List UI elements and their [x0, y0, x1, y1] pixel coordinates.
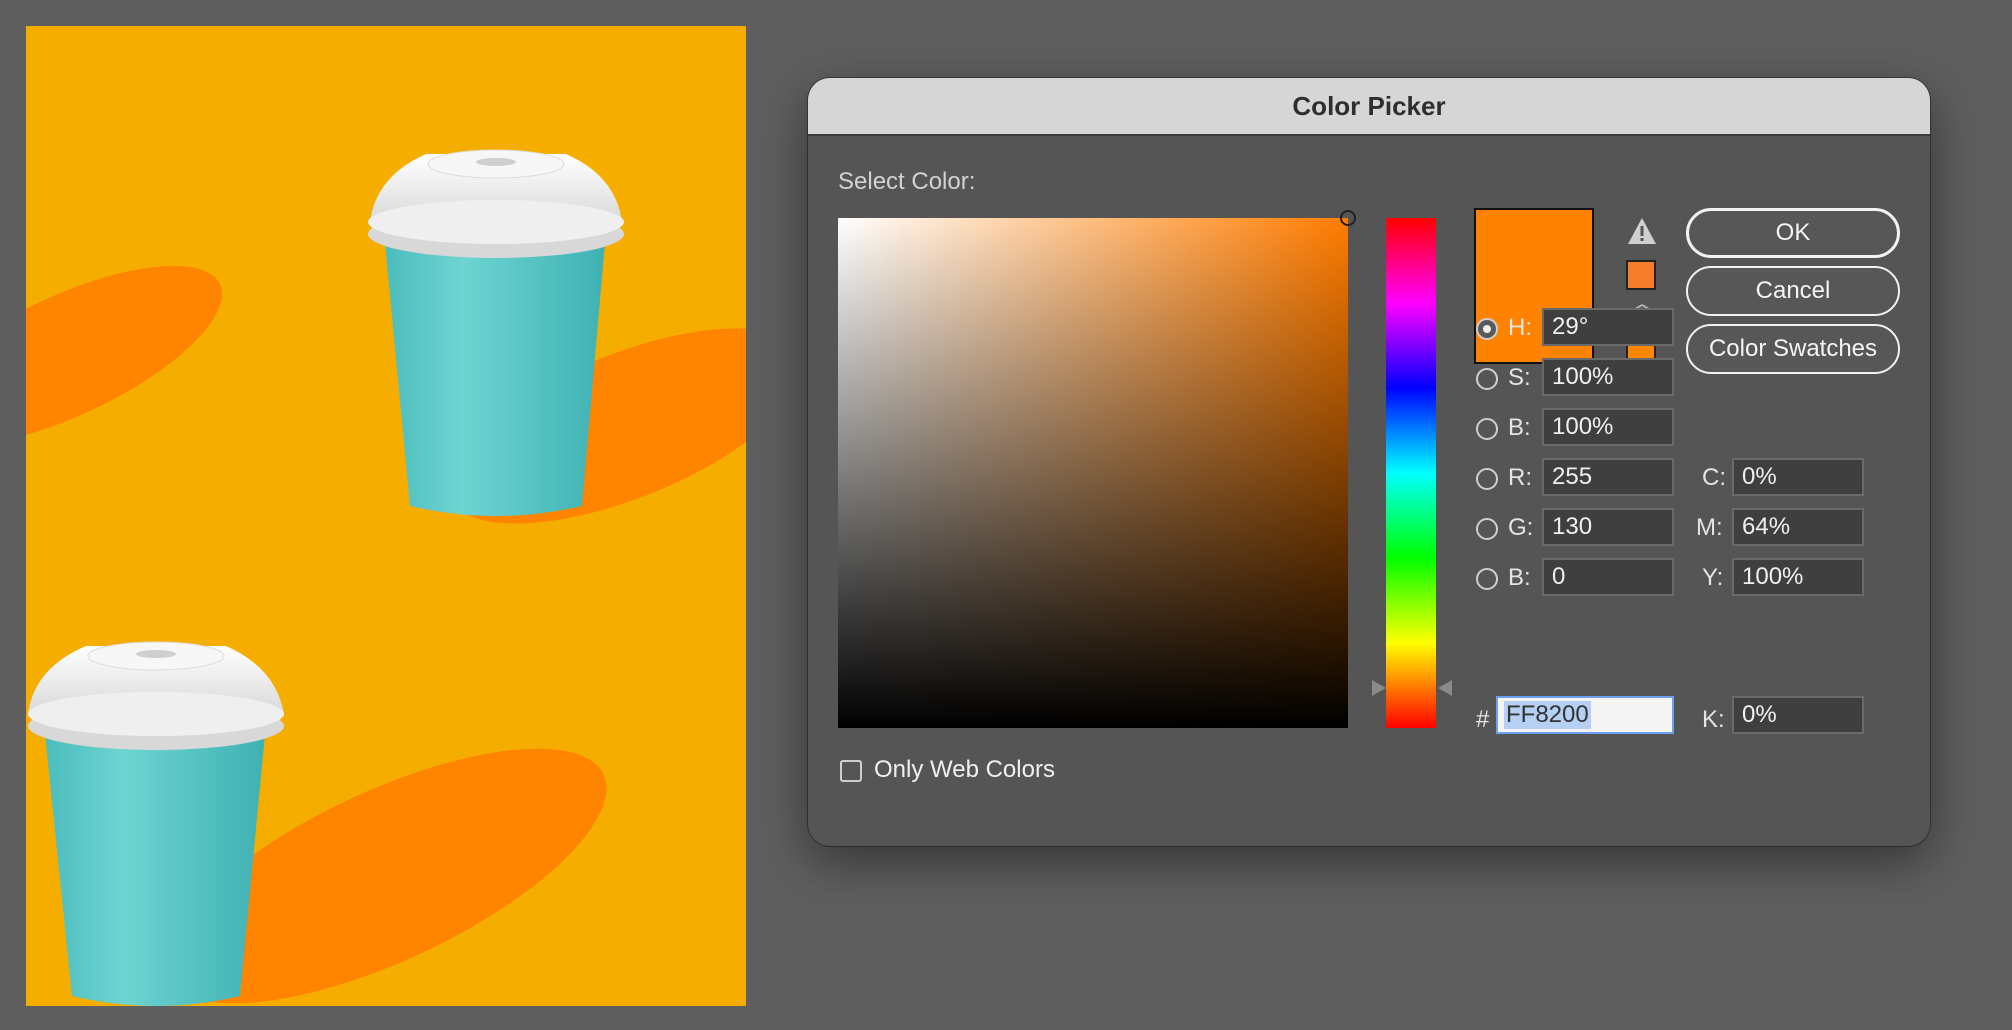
saturation-radio[interactable]	[1476, 368, 1498, 390]
hue-slider-right-arrow-icon[interactable]	[1438, 680, 1452, 696]
blue-radio[interactable]	[1476, 568, 1498, 590]
saturation-label: S:	[1508, 364, 1531, 391]
dialog-title: Color Picker	[1292, 90, 1446, 121]
only-web-colors-checkbox[interactable]	[840, 760, 862, 782]
saturation-field[interactable]: 100%	[1542, 358, 1674, 396]
color-picker-dialog: Color Picker Select Color: OK Cancel Col…	[808, 78, 1930, 846]
hue-radio[interactable]	[1476, 318, 1498, 340]
magenta-label: M:	[1696, 514, 1723, 541]
blue-label: B:	[1508, 564, 1531, 591]
yellow-label: Y:	[1702, 564, 1724, 591]
brightness-label: B:	[1508, 414, 1531, 441]
red-radio[interactable]	[1476, 468, 1498, 490]
dialog-titlebar[interactable]: Color Picker	[808, 78, 1930, 136]
red-field[interactable]: 255	[1542, 458, 1674, 496]
only-web-colors-label[interactable]: Only Web Colors	[874, 756, 1055, 784]
artboard-canvas[interactable]	[26, 26, 746, 1006]
red-label: R:	[1508, 464, 1532, 491]
brightness-field[interactable]: 100%	[1542, 408, 1674, 446]
color-swatches-button[interactable]: Color Swatches	[1686, 324, 1900, 374]
blue-field[interactable]: 0	[1542, 558, 1674, 596]
select-color-label: Select Color:	[838, 168, 976, 195]
hue-label: H:	[1508, 314, 1532, 341]
cyan-field[interactable]: 0%	[1732, 458, 1864, 496]
magenta-field[interactable]: 64%	[1732, 508, 1864, 546]
black-field[interactable]: 0%	[1732, 696, 1864, 734]
cancel-button[interactable]: Cancel	[1686, 266, 1900, 316]
warning-triangle-icon[interactable]	[1626, 216, 1658, 251]
upper-cup	[368, 149, 624, 516]
artboard-illustration	[26, 26, 746, 1006]
hue-slider[interactable]	[1386, 218, 1436, 728]
hue-field[interactable]: 29°	[1542, 308, 1674, 346]
saturation-brightness-field[interactable]	[838, 218, 1348, 728]
green-radio[interactable]	[1476, 518, 1498, 540]
color-field-cursor[interactable]	[1340, 210, 1356, 226]
brightness-radio[interactable]	[1476, 418, 1498, 440]
hex-field[interactable]: FF8200	[1496, 696, 1674, 734]
green-field[interactable]: 130	[1542, 508, 1674, 546]
hue-slider-left-arrow-icon[interactable]	[1372, 680, 1386, 696]
black-label: K:	[1702, 706, 1725, 733]
green-label: G:	[1508, 514, 1534, 541]
hex-label: #	[1476, 706, 1490, 733]
hex-value-selection: FF8200	[1504, 701, 1591, 729]
ok-button[interactable]: OK	[1686, 208, 1900, 258]
yellow-field[interactable]: 100%	[1732, 558, 1864, 596]
out-of-gamut-color-swatch[interactable]	[1626, 260, 1656, 290]
cyan-label: C:	[1702, 464, 1726, 491]
